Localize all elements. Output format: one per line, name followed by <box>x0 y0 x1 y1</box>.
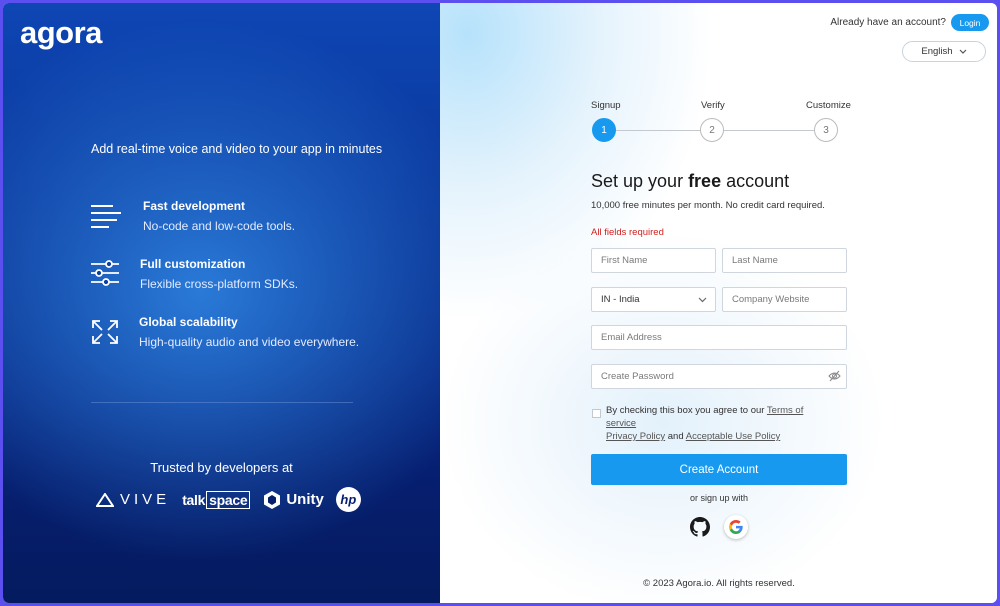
talkspace-logo: talk space <box>182 490 251 509</box>
vive-triangle-icon <box>96 492 114 507</box>
github-icon <box>690 517 710 537</box>
vive-logo-text: VIVE <box>120 491 171 508</box>
heading-prefix: Set up your <box>591 171 689 191</box>
step-circle-3: 3 <box>814 118 838 142</box>
create-account-button[interactable]: Create Account <box>591 454 847 485</box>
unity-logo-text: Unity <box>286 491 324 508</box>
unity-cube-icon <box>264 490 281 509</box>
progress-steps: Signup Verify Customize 1 2 3 <box>591 100 851 145</box>
or-sign-up-text: or sign up with <box>689 493 749 503</box>
agora-logo[interactable]: agora <box>20 15 102 51</box>
heading-suffix: account <box>721 171 790 191</box>
feature-desc: High-quality audio and video everywhere. <box>139 335 360 349</box>
google-signup-button[interactable] <box>724 515 748 539</box>
company-website-input[interactable] <box>722 287 847 312</box>
signup-panel: Already have an account? Login English S… <box>440 3 997 603</box>
password-field-wrapper <box>591 364 847 389</box>
feature-global-scalability: Global scalability High-quality audio an… <box>89 315 359 349</box>
last-name-input[interactable] <box>722 248 847 273</box>
consent-text: By checking this box you agree to our Te… <box>606 404 836 443</box>
consent-prefix: By checking this box you agree to our <box>606 405 767 416</box>
feature-title: Global scalability <box>139 315 238 329</box>
acceptable-use-policy-link[interactable]: Acceptable Use Policy <box>686 431 781 442</box>
step-label-customize: Customize <box>806 100 851 111</box>
step-circle-1: 1 <box>592 118 616 142</box>
chevron-down-icon <box>698 297 707 302</box>
step-label-verify: Verify <box>701 100 725 111</box>
country-value: IN - India <box>601 294 640 305</box>
eye-slash-icon[interactable] <box>828 370 841 382</box>
email-input[interactable] <box>591 325 847 350</box>
login-button[interactable]: Login <box>951 14 989 31</box>
step-circle-2: 2 <box>700 118 724 142</box>
chevron-down-icon <box>959 49 967 54</box>
hp-logo: hp <box>335 487 361 512</box>
google-icon <box>729 520 743 534</box>
terms-checkbox[interactable] <box>592 409 601 418</box>
app-frame: agora Add real-time voice and video to y… <box>3 3 997 603</box>
lines-icon <box>91 205 121 228</box>
trusted-by-text: Trusted by developers at <box>150 460 293 475</box>
feature-fast-development: Fast development No-code and low-code to… <box>89 199 295 233</box>
feature-title: Fast development <box>143 199 246 213</box>
consent-and: and <box>665 431 686 442</box>
have-account-text: Already have an account? <box>830 17 946 28</box>
step-label-signup: Signup <box>591 100 621 111</box>
feature-title: Full customization <box>140 257 246 271</box>
privacy-policy-link[interactable]: Privacy Policy <box>606 431 665 442</box>
expand-arrows-icon <box>92 320 118 344</box>
required-note: All fields required <box>591 227 664 238</box>
step-connector <box>724 130 814 131</box>
country-select[interactable]: IN - India <box>591 287 716 312</box>
talkspace-logo-talk: talk <box>182 491 206 508</box>
vive-logo: VIVE <box>96 491 170 508</box>
unity-logo: Unity <box>262 490 324 510</box>
heading-bold: free <box>688 171 722 191</box>
marketing-panel: agora Add real-time voice and video to y… <box>3 3 440 603</box>
feature-full-customization: Full customization Flexible cross-platfo… <box>89 257 298 291</box>
divider <box>91 402 353 403</box>
copyright-footer: © 2023 Agora.io. All rights reserved. <box>643 578 795 589</box>
form-subheading: 10,000 free minutes per month. No credit… <box>591 200 825 211</box>
first-name-input[interactable] <box>591 248 716 273</box>
feature-desc: Flexible cross-platform SDKs. <box>140 277 299 291</box>
github-signup-button[interactable] <box>688 515 712 539</box>
step-connector <box>615 130 701 131</box>
tagline: Add real-time voice and video to your ap… <box>91 142 383 156</box>
talkspace-logo-space: space <box>206 490 251 509</box>
password-input[interactable] <box>591 364 847 389</box>
form-heading: Set up your free account <box>591 171 789 192</box>
feature-desc: No-code and low-code tools. <box>143 219 296 233</box>
sliders-icon <box>91 260 119 286</box>
partner-logos: VIVE talk space Unity hp <box>96 487 361 512</box>
language-selector[interactable]: English <box>902 41 986 62</box>
language-label: English <box>921 46 953 57</box>
